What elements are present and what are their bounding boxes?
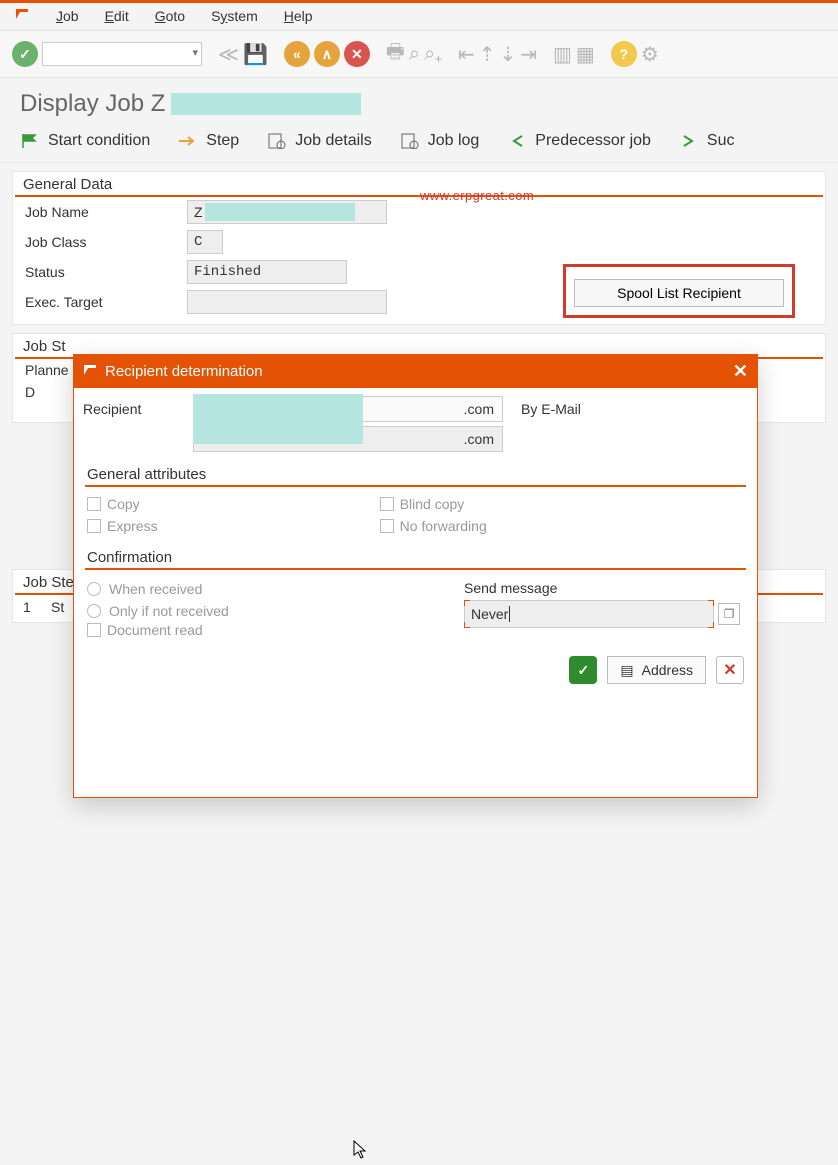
general-attributes-header: General attributes — [85, 466, 746, 487]
copy-checkbox[interactable]: Copy — [87, 496, 140, 512]
menu-goto[interactable]: Goto — [155, 8, 185, 24]
address-book-icon: ▤ — [620, 662, 633, 679]
menu-job[interactable]: Job — [56, 8, 79, 24]
ok-icon[interactable]: ✓ — [12, 41, 38, 67]
exec-target-label: Exec. Target — [25, 294, 175, 310]
successor-button[interactable]: Suc — [679, 132, 735, 150]
exit-icon[interactable]: ∧ — [314, 41, 340, 67]
redacted-title-icon — [171, 93, 361, 115]
express-checkbox[interactable]: Express — [87, 518, 158, 534]
sap-logo-icon — [14, 7, 30, 24]
redacted-recipient-icon — [193, 394, 363, 444]
flag-icon — [20, 132, 40, 150]
command-input[interactable] — [42, 42, 202, 66]
find-icon[interactable]: ⌕ — [409, 43, 420, 66]
prev-page-icon[interactable]: ⇡ — [479, 42, 496, 67]
successor-icon — [679, 132, 699, 150]
step-button[interactable]: Step — [178, 132, 239, 150]
job-class-label: Job Class — [25, 234, 175, 250]
job-log-button[interactable]: Job log — [400, 132, 480, 150]
cancel-icon[interactable]: ✕ — [344, 41, 370, 67]
print-icon[interactable]: 🖶 — [386, 37, 405, 71]
last-page-icon[interactable]: ⇥ — [520, 42, 537, 67]
chevron-down-icon[interactable]: ▾ — [192, 46, 198, 59]
save-icon[interactable]: 💾 — [243, 42, 268, 67]
spool-highlight-box: Spool List Recipient — [563, 264, 795, 318]
general-data-header: General Data — [15, 172, 823, 197]
job-class-field[interactable]: C — [187, 230, 223, 254]
layout-icon[interactable]: ▦ — [576, 42, 595, 67]
page-title: Display Job Z — [0, 78, 838, 124]
copy-dialog-icon[interactable]: ❐ — [718, 603, 740, 625]
status-field: Finished — [187, 260, 347, 284]
next-page-icon[interactable]: ⇣ — [499, 42, 516, 67]
only-if-not-received-radio[interactable]: Only if not received — [87, 600, 464, 622]
help-icon[interactable]: ? — [611, 41, 637, 67]
menu-edit[interactable]: Edit — [105, 8, 129, 24]
dialog-title: Recipient determination — [105, 363, 263, 380]
document-read-checkbox[interactable]: Document read — [87, 622, 464, 638]
new-session-icon[interactable]: ▥ — [553, 42, 572, 67]
spool-list-recipient-button[interactable]: Spool List Recipient — [574, 279, 784, 307]
general-data-panel: General Data Job Name Z Job Class C Stat… — [12, 171, 826, 325]
menu-help[interactable]: Help — [284, 8, 313, 24]
back-double-icon[interactable]: « — [284, 41, 310, 67]
predecessor-icon — [507, 132, 527, 150]
ok-button[interactable]: ✓ — [569, 656, 597, 684]
exec-target-field[interactable] — [187, 290, 387, 314]
address-button[interactable]: ▤ Address — [607, 656, 706, 684]
recipient-type-label: By E-Mail — [521, 401, 581, 417]
send-message-field[interactable]: Never — [464, 600, 714, 628]
job-name-field[interactable]: Z — [187, 200, 387, 224]
close-icon[interactable]: ✕ — [733, 361, 748, 382]
predecessor-button[interactable]: Predecessor job — [507, 132, 651, 150]
system-toolbar: ✓ ▾ ≪ 💾 « ∧ ✕ 🖶 ⌕ ⌕₊ ⇤ ⇡ ⇣ ⇥ ▥ ▦ ? ⚙ — [0, 30, 838, 78]
status-label: Status — [25, 264, 175, 280]
when-received-radio[interactable]: When received — [87, 578, 464, 600]
watermark: www.erpgreat.com — [420, 188, 534, 203]
step-icon — [178, 132, 198, 150]
no-forwarding-checkbox[interactable]: No forwarding — [380, 518, 487, 534]
recipient-label: Recipient — [83, 401, 193, 417]
details-icon — [267, 132, 287, 150]
job-name-label: Job Name — [25, 204, 175, 220]
find-next-icon[interactable]: ⌕₊ — [424, 43, 442, 66]
back-icon[interactable]: ≪ — [218, 42, 239, 67]
recipient-dialog: Recipient determination ✕ Recipient .com… — [73, 354, 758, 798]
blind-copy-checkbox[interactable]: Blind copy — [380, 496, 465, 512]
menubar: Job Edit Goto System Help — [0, 3, 838, 30]
customize-icon[interactable]: ⚙ — [641, 42, 659, 67]
dialog-title-icon — [83, 363, 97, 380]
log-icon — [400, 132, 420, 150]
menu-system[interactable]: System — [211, 8, 258, 24]
confirmation-header: Confirmation — [85, 549, 746, 570]
job-details-button[interactable]: Job details — [267, 132, 372, 150]
send-message-label: Send message — [464, 578, 744, 600]
command-field[interactable]: ▾ — [42, 42, 202, 66]
mouse-cursor-icon — [353, 1140, 369, 1165]
first-page-icon[interactable]: ⇤ — [458, 42, 475, 67]
start-condition-button[interactable]: Start condition — [20, 132, 150, 150]
cancel-button[interactable]: ✕ — [716, 656, 744, 684]
dialog-footer: ✓ ▤ Address ✕ — [73, 646, 758, 694]
app-toolbar: Start condition Step Job details Job log… — [0, 124, 838, 163]
dialog-titlebar: Recipient determination ✕ — [73, 354, 758, 388]
